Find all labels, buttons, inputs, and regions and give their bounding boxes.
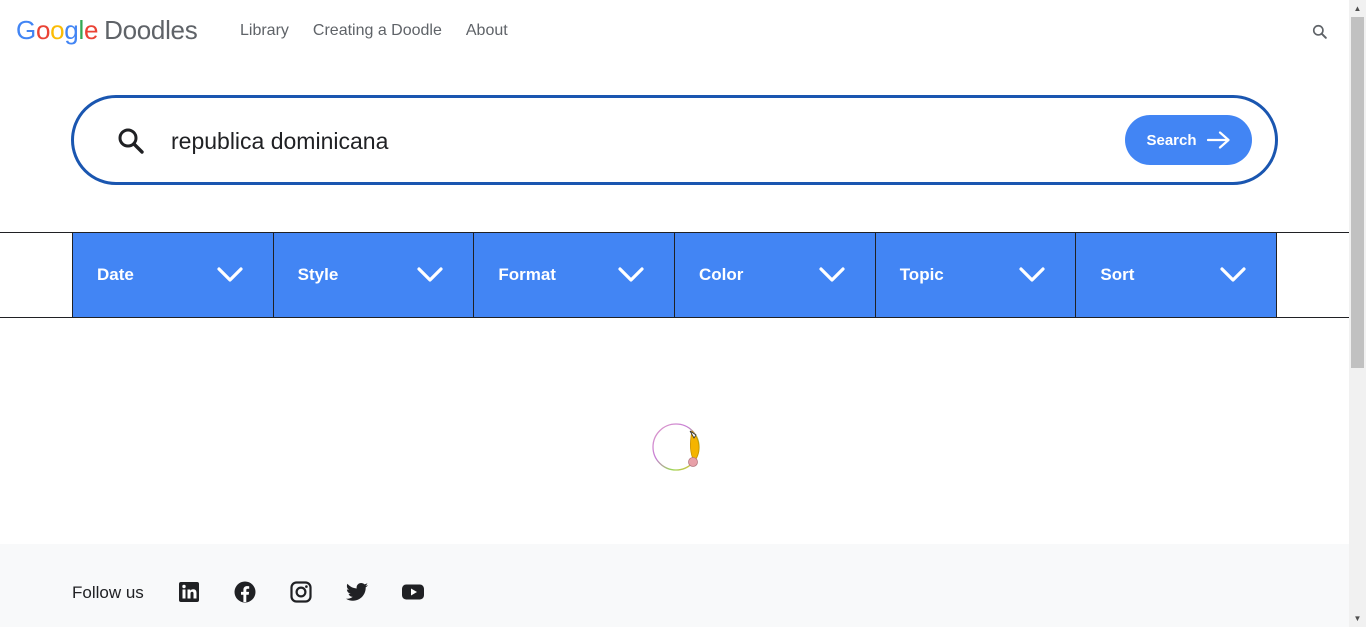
linkedin-icon[interactable] [177,580,201,604]
follow-us-label: Follow us [72,583,144,602]
search-bar: Search [71,95,1278,185]
page-scrollbar[interactable]: ▲ ▼ [1349,0,1366,627]
nav-library[interactable]: Library [240,22,289,40]
logo-doodles-text: Doodles [104,15,198,45]
chevron-down-icon [1220,267,1246,282]
main-nav: Library Creating a Doodle About [240,22,508,40]
filter-color[interactable]: Color [674,232,876,318]
search-button[interactable]: Search [1125,115,1252,165]
search-icon[interactable] [1310,22,1330,42]
filter-bar: Date Style Format Color Topic Sort [0,232,1349,318]
nav-creating-a-doodle[interactable]: Creating a Doodle [313,22,442,40]
scroll-thumb[interactable] [1351,17,1364,368]
instagram-icon[interactable] [289,580,313,604]
search-input[interactable] [171,123,1071,159]
filter-style[interactable]: Style [272,232,475,318]
logo-letter: G [16,15,36,45]
logo-letter: o [35,15,51,45]
chevron-down-icon [417,267,443,282]
search-button-label: Search [1146,131,1197,149]
scroll-down-icon[interactable]: ▼ [1349,610,1366,627]
site-footer: Follow us [0,544,1349,627]
filter-sort[interactable]: Sort [1075,232,1278,318]
chevron-down-icon [618,267,644,282]
chevron-down-icon [217,267,243,282]
filter-date[interactable]: Date [72,232,274,318]
logo-letter: o [50,15,65,45]
filter-label: Sort [1100,265,1135,284]
filter-label: Style [297,265,339,284]
loading-spinner-icon [652,423,700,471]
filter-topic[interactable]: Topic [874,232,1077,318]
filter-label: Format [498,265,556,284]
filter-list: Date Style Format Color Topic Sort [72,232,1278,318]
filter-label: Topic [899,265,944,284]
filter-label: Color [699,265,744,284]
chevron-down-icon [1019,267,1045,282]
scroll-up-icon[interactable]: ▲ [1349,0,1366,17]
twitter-icon[interactable] [345,580,369,604]
filter-label: Date [97,265,134,284]
google-doodles-logo[interactable]: Google Doodles [16,15,198,46]
magnifier-icon [118,128,144,154]
filter-format[interactable]: Format [473,232,676,318]
chevron-down-icon [819,267,845,282]
logo-letter: e [83,15,99,45]
logo-letter: g [64,15,79,45]
arrow-right-icon [1206,131,1230,149]
nav-about[interactable]: About [466,22,508,40]
youtube-icon[interactable] [401,580,425,604]
facebook-icon[interactable] [233,580,257,604]
site-header: Google Doodles Library Creating a Doodle … [0,0,1349,64]
